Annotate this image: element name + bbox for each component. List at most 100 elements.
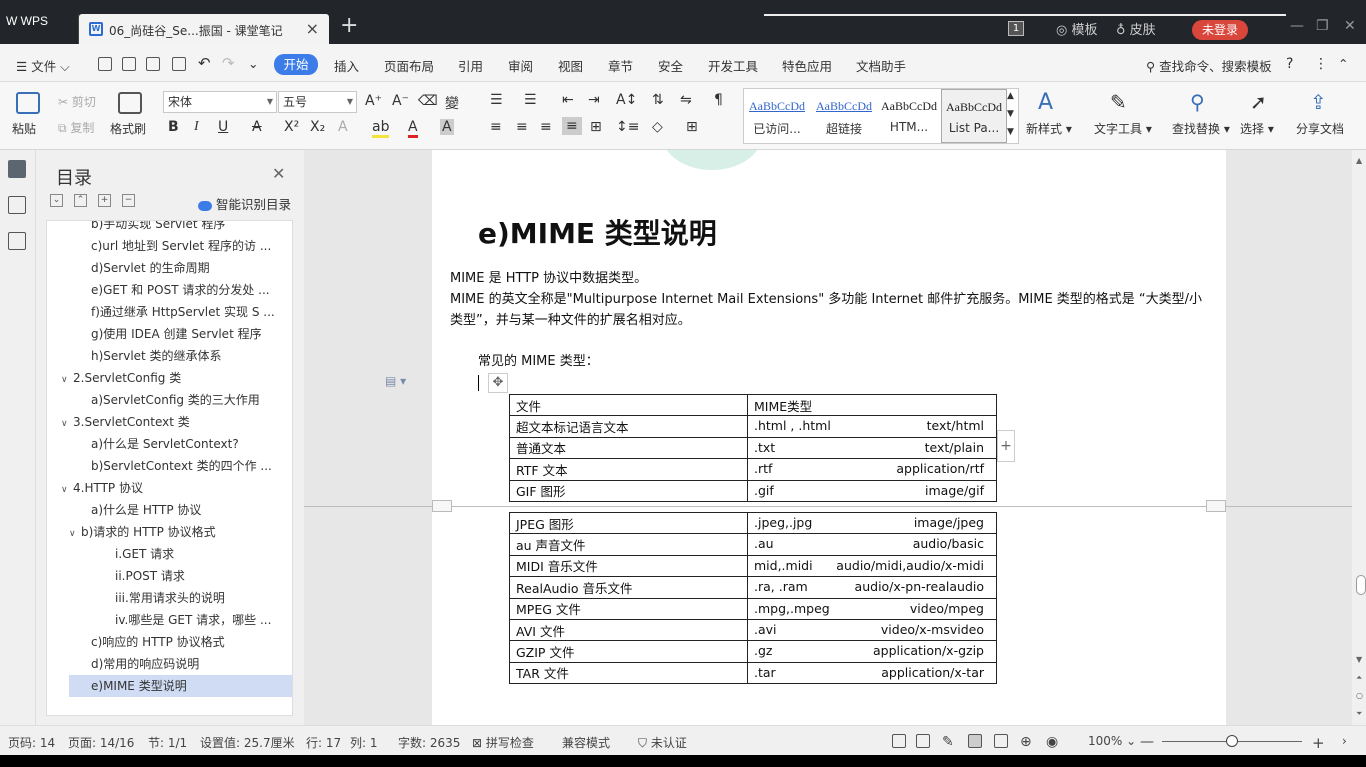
select-button[interactable]: 选择 ▾ xyxy=(1240,120,1274,137)
scroll-up-icon[interactable]: ▲ xyxy=(1356,156,1362,165)
browse-object-icon[interactable]: ○ xyxy=(1356,691,1363,700)
collapse-all-icon[interactable]: ⌄ xyxy=(50,194,63,207)
toc-item[interactable]: f)通过继承 HttpServlet 实现 S ... xyxy=(69,301,292,323)
file-type-cell[interactable]: au 声音文件 xyxy=(509,533,748,556)
toc-item[interactable]: d)Servlet 的生命周期 xyxy=(69,257,292,279)
toc-item[interactable]: c)响应的 HTTP 协议格式 xyxy=(69,631,292,653)
paste-button[interactable]: 粘贴 xyxy=(12,120,36,137)
redo-icon[interactable]: ↷ xyxy=(222,54,235,72)
toc-item[interactable]: b)手动实现 Servlet 程序 xyxy=(69,221,292,235)
style-scroll-down-icon[interactable]: ▼ xyxy=(1007,109,1014,119)
toc-item[interactable]: ∨ 4.HTTP 协议 xyxy=(57,477,292,499)
close-window-icon[interactable]: ✕ xyxy=(1344,18,1356,34)
superscript-icon[interactable]: X² xyxy=(284,119,299,135)
mime-cell[interactable]: .avi video/x-msvideo xyxy=(747,618,997,642)
command-search[interactable]: ⚲ 查找命令、搜索模板 xyxy=(1146,56,1272,75)
bold-icon[interactable]: B xyxy=(168,119,179,135)
find-replace-button[interactable]: 查找替换 ▾ xyxy=(1172,120,1230,137)
status-page-count[interactable]: 页面: 14/16 xyxy=(68,734,134,751)
decrease-indent-icon[interactable]: ⇤ xyxy=(562,92,574,108)
align-left-icon[interactable]: ≡ xyxy=(490,119,502,135)
web-view-icon[interactable]: ⊕ xyxy=(1020,734,1032,750)
login-button[interactable]: 未登录 xyxy=(1192,20,1248,40)
toc-item[interactable]: a)ServletConfig 类的三大作用 xyxy=(69,389,292,411)
page-view-icon[interactable] xyxy=(968,734,982,748)
more-quick-icon[interactable]: ⌄ xyxy=(248,56,258,71)
columns-icon[interactable]: ⇋ xyxy=(680,92,692,108)
print-preview-icon[interactable] xyxy=(172,57,186,71)
eye-protection-icon[interactable]: ◉ xyxy=(1046,734,1058,750)
file-type-cell[interactable]: AVI 文件 xyxy=(509,618,748,642)
clear-format-icon[interactable]: ⌫ xyxy=(418,93,438,109)
new-style-icon[interactable]: A xyxy=(1038,90,1053,115)
justify-icon[interactable]: ≡ xyxy=(562,117,582,135)
file-type-cell[interactable]: 普通文本 xyxy=(509,436,748,460)
save-icon[interactable] xyxy=(98,57,112,71)
bookmark-icon[interactable] xyxy=(8,232,26,250)
smart-toc-button[interactable]: 智能识别目录 xyxy=(198,194,291,213)
chevron-down-icon[interactable]: ∨ xyxy=(61,413,73,433)
tab-view[interactable]: 视图 xyxy=(558,56,583,75)
table-move-icon[interactable]: ✥ xyxy=(488,373,508,393)
line-spacing-icon[interactable]: ↕≡ xyxy=(616,119,639,135)
status-section[interactable]: 节: 1/1 xyxy=(148,734,187,751)
tab-features[interactable]: 特色应用 xyxy=(782,56,832,75)
share-button[interactable]: 分享文档 xyxy=(1296,120,1344,137)
numbering-icon[interactable]: ☰ xyxy=(524,92,537,108)
doc-outline-icon[interactable]: ▤ ▾ xyxy=(385,374,406,388)
document-tab[interactable]: W 06_尚硅谷_Se...振国 - 课堂笔记 × xyxy=(79,14,329,44)
minimize-icon[interactable]: — xyxy=(1290,18,1304,34)
shading-icon[interactable]: ◇ xyxy=(652,119,663,135)
toc-item[interactable]: iii.常用请求头的说明 xyxy=(67,587,292,609)
mime-table-top[interactable]: 文件 MIME类型 超文本标记语言文本 .html , .html text/htm… xyxy=(509,393,997,502)
zoom-level-select[interactable]: 100% ⌄ xyxy=(1088,734,1136,748)
italic-icon[interactable]: I xyxy=(194,119,199,135)
window-count-badge[interactable]: 1 xyxy=(1008,21,1024,36)
scroll-thumb[interactable] xyxy=(1356,575,1366,595)
outline-view-icon[interactable] xyxy=(994,734,1008,748)
close-tab-icon[interactable]: × xyxy=(306,19,319,38)
toc-item[interactable]: a)什么是 HTTP 协议 xyxy=(69,499,292,521)
tab-security[interactable]: 安全 xyxy=(658,56,683,75)
mime-cell[interactable]: .jpeg,.jpg image/jpeg xyxy=(747,511,997,535)
toc-item[interactable]: c)url 地址到 Servlet 程序的访 ... xyxy=(69,235,292,257)
mime-cell[interactable]: .rtf application/rtf xyxy=(747,458,997,481)
tab-references[interactable]: 引用 xyxy=(458,56,483,75)
format-painter-icon[interactable] xyxy=(118,92,142,114)
share-icon[interactable]: ⇪ xyxy=(1310,90,1327,114)
file-type-cell[interactable]: JPEG 图形 xyxy=(509,511,748,535)
align-center-icon[interactable]: ≡ xyxy=(516,119,528,135)
status-setting[interactable]: 设置值: 25.7厘米 xyxy=(200,734,295,751)
style-html[interactable]: AaBbCcDd HTM... xyxy=(876,89,942,143)
mime-table-bottom[interactable]: JPEG 图形 .jpeg,.jpg image/jpeg au 声音文件 .au aud… xyxy=(509,511,997,685)
tab-chapter[interactable]: 章节 xyxy=(608,56,633,75)
header-cell[interactable]: MIME类型 xyxy=(747,393,997,417)
mime-cell[interactable]: .ra, .ram audio/x-pn-realaudio xyxy=(747,576,997,599)
more-options-icon[interactable]: ⋮ xyxy=(1314,56,1328,72)
status-more-icon[interactable]: › xyxy=(1342,734,1347,748)
style-visited[interactable]: AaBbCcDd 已访问... xyxy=(744,89,810,143)
highlight-icon[interactable]: ab xyxy=(372,119,390,138)
chevron-down-icon[interactable]: ∨ xyxy=(61,479,73,499)
file-type-cell[interactable]: MPEG 文件 xyxy=(509,597,748,620)
mime-cell[interactable]: .gz application/x-gzip xyxy=(747,640,997,663)
tab-home[interactable]: 开始 xyxy=(274,54,318,75)
status-row[interactable]: 行: 17 xyxy=(306,734,341,751)
style-list-paragraph[interactable]: AaBbCcDd List Pa... xyxy=(941,89,1007,143)
status-column[interactable]: 列: 1 xyxy=(350,734,378,751)
tab-insert[interactable]: 插入 xyxy=(334,56,359,75)
zoom-out-icon[interactable]: — xyxy=(1140,734,1154,750)
text-tools-icon[interactable]: ✎ xyxy=(1110,90,1127,114)
mime-cell[interactable]: .html , .html text/html xyxy=(747,415,997,438)
mime-cell[interactable]: .au audio/basic xyxy=(747,533,997,556)
print-icon[interactable] xyxy=(146,57,160,71)
char-shading-icon[interactable]: A xyxy=(440,119,454,135)
strikethrough-icon[interactable]: A xyxy=(252,119,262,135)
align-right-icon[interactable]: ≡ xyxy=(540,119,552,135)
file-type-cell[interactable]: RealAudio 音乐文件 xyxy=(509,576,748,599)
status-word-count[interactable]: 字数: 2635 xyxy=(398,734,460,751)
increase-indent-icon[interactable]: ⇥ xyxy=(588,92,600,108)
shrink-font-icon[interactable]: A⁻ xyxy=(392,93,409,109)
expand-all-icon[interactable]: ⌃ xyxy=(74,194,87,207)
toc-item[interactable]: g)使用 IDEA 创建 Servlet 程序 xyxy=(69,323,292,345)
